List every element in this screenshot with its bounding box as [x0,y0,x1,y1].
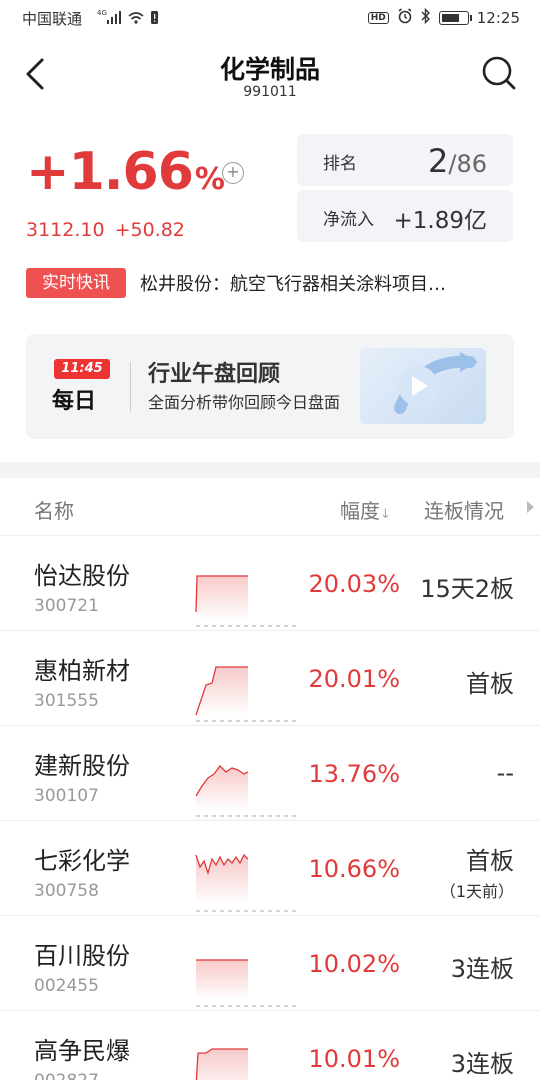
page-title: 化学制品 [219,55,320,84]
banner-subtitle: 全面分析带你回顾今日盘面 [148,393,341,412]
percent-unit: % [194,162,225,197]
stock-change: 10.01% [308,1045,400,1073]
daily-label: 每日 [52,389,97,414]
board-status: 首板 （1天前） [439,847,514,901]
col-change-sort[interactable]: 幅度↓ [340,495,391,524]
stock-name: 怡达股份 [34,562,130,590]
stock-change: 20.01% [308,665,400,693]
scroll-right-icon[interactable] [527,501,534,513]
price-line: 3112.10 +50.82 [26,219,185,241]
stock-code: 300721 [34,596,99,616]
intraday-sparkline [195,575,300,627]
col-board[interactable]: 连板情况 [424,495,504,524]
stock-row[interactable]: 百川股份 002455 10.02% 3连板 [0,916,540,1011]
stock-row[interactable]: 惠柏新材 301555 20.01% 首板 [0,631,540,726]
stock-row[interactable]: 怡达股份 300721 20.03% 15天2板 [0,536,540,631]
board-status: 3连板 [450,1050,514,1078]
clock-label: 12:25 [476,9,520,27]
stock-name: 建新股份 [34,752,130,780]
board-status: -- [496,759,514,787]
stock-code: 002455 [34,976,99,996]
intraday-sparkline [195,1048,248,1080]
rank-label: 排名 [323,154,357,174]
stock-change: 10.66% [308,855,400,883]
rank-value: 2/86 [428,142,487,180]
intraday-sparkline [195,853,300,912]
signal-icon: 4G [97,9,159,29]
inflow-label: 净流入 [323,210,374,230]
stock-row[interactable]: 高争民爆 002827 10.01% 3连板 [0,1011,540,1080]
intraday-sparkline [195,765,300,817]
daily-review-banner[interactable]: 11:45 每日 行业午盘回顾 全面分析带你回顾今日盘面 [26,334,514,439]
daily-logo: 11:45 每日 [50,359,114,415]
stock-name: 百川股份 [34,942,130,970]
intraday-sparkline [196,959,300,1007]
news-headline[interactable]: 松井股份：航空飞行器相关涂料项目… [140,270,520,296]
stock-row[interactable]: 七彩化学 300758 10.66% 首板 （1天前） [0,821,540,916]
stock-name: 七彩化学 [34,847,130,875]
stock-name: 惠柏新材 [34,657,130,685]
header: 化学制品 991011 [0,36,540,116]
index-price: 3112.10 [26,219,105,241]
section-divider [0,462,540,478]
inflow-box[interactable]: 净流入 +1.89亿 [297,190,513,242]
index-change: +50.82 [114,219,185,241]
svg-text:4G: 4G [97,9,107,17]
stock-change: 13.76% [308,760,400,788]
stock-code: 301555 [34,691,99,711]
board-status: 3连板 [450,955,514,983]
sort-down-icon: ↓ [380,507,391,522]
daily-time: 11:45 [54,359,110,379]
stock-code: 300107 [34,786,99,806]
search-button[interactable] [480,54,518,92]
banner-video-thumbnail [360,348,486,424]
board-status-sub: （1天前） [439,882,514,901]
board-status: 15天2板 [420,575,514,603]
status-bar: 中国联通 4G HD 12:25 [0,0,540,36]
divider [130,362,131,412]
change-percent: +1.66% [26,142,225,202]
search-icon [482,56,516,90]
play-icon [394,352,478,414]
alarm-icon [397,8,413,28]
inflow-value: +1.89亿 [393,208,487,234]
stock-code: 300758 [34,881,99,901]
intraday-sparkline [195,666,300,722]
bluetooth-icon [421,7,431,28]
stock-code: 002827 [34,1071,99,1080]
carrier-label: 中国联通 [22,10,83,28]
list-header: 名称 幅度↓ 连板情况 [0,478,540,536]
hd-icon: HD [367,12,389,24]
rank-total: /86 [448,150,487,178]
col-name: 名称 [34,499,74,523]
banner-title: 行业午盘回顾 [148,362,281,387]
stock-row[interactable]: 建新股份 300107 13.76% -- [0,726,540,821]
battery-icon [438,11,472,25]
stock-change: 20.03% [308,570,400,598]
add-watch-button[interactable]: + [222,162,244,184]
news-tag: 实时快讯 [26,268,126,298]
board-status: 首板 [466,670,514,698]
stock-change: 10.02% [308,950,400,978]
sector-code: 991011 [243,84,297,100]
stock-name: 高争民爆 [34,1037,130,1065]
change-percent-value: +1.66 [26,142,194,202]
rank-box[interactable]: 排名 2/86 [297,134,513,186]
